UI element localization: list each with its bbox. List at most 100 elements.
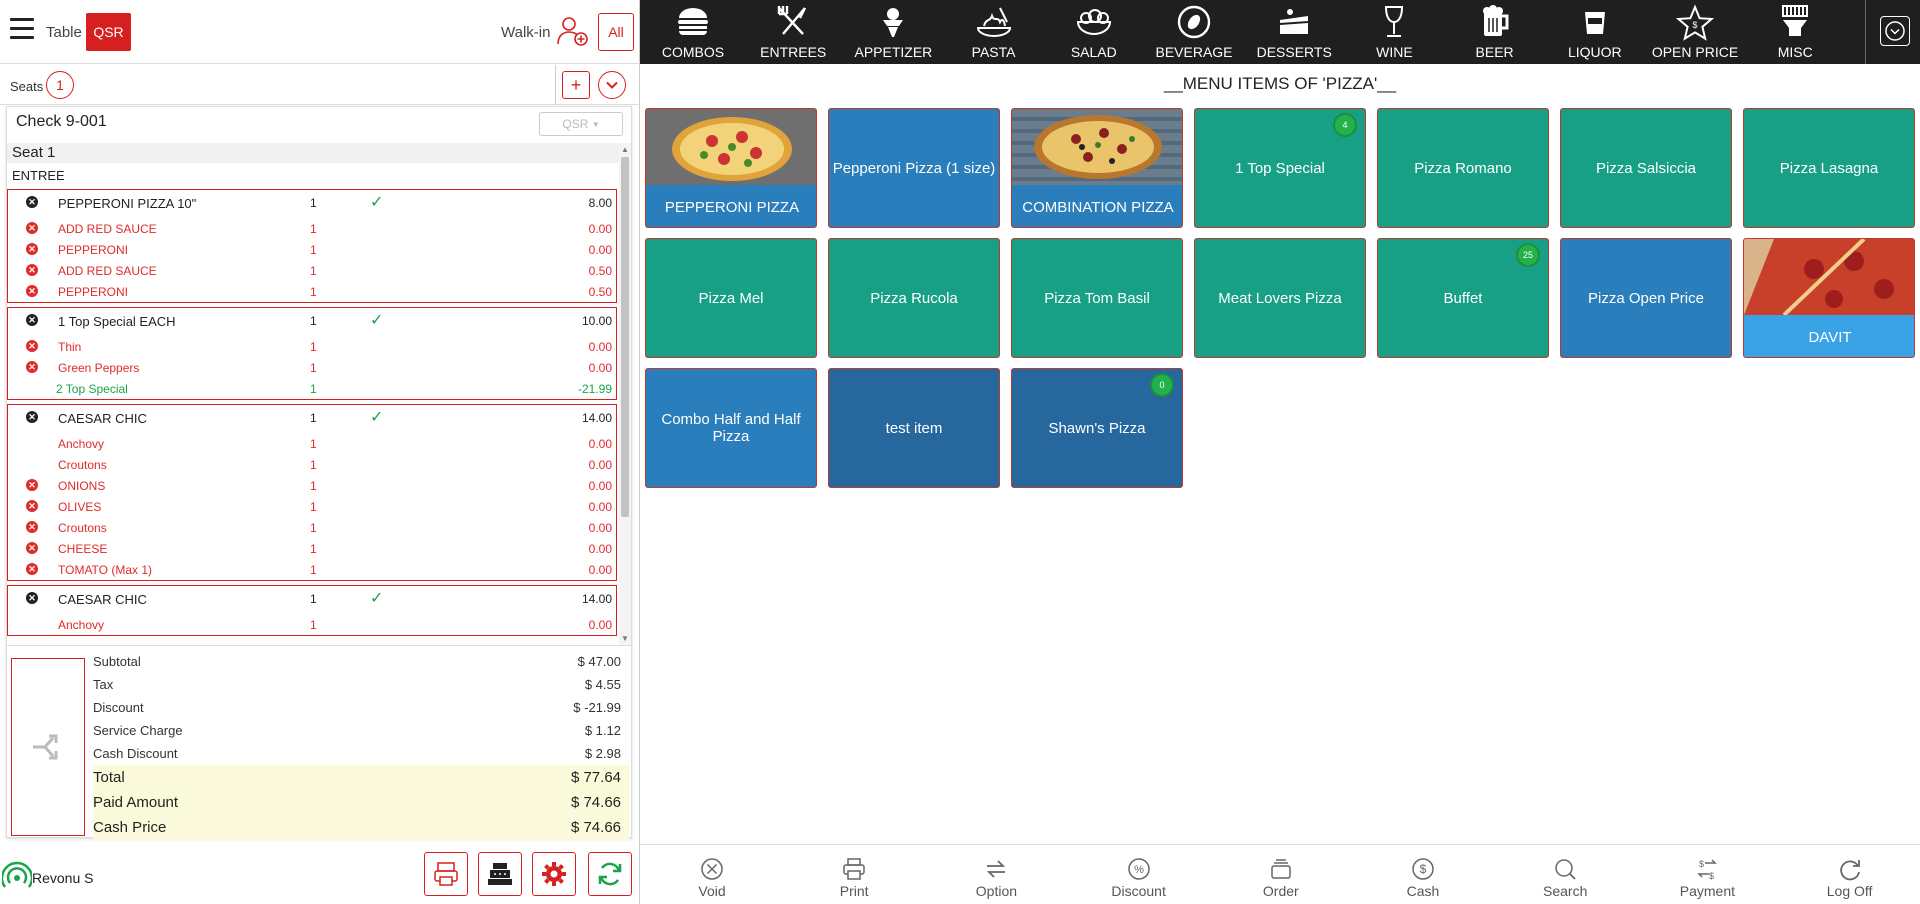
more-categories-button[interactable] [1865,0,1920,64]
remove-item-icon[interactable]: ✕ [26,314,38,326]
menu-item-tile[interactable]: 1 Top Special 4 [1194,108,1366,228]
remove-item-icon[interactable]: ✕ [26,340,38,352]
menu-item-tile[interactable]: Pizza Lasagna [1743,108,1915,228]
order-button[interactable]: Order [1210,845,1352,904]
settings-button[interactable] [532,852,576,896]
menu-item-tile[interactable]: Pizza Open Price [1560,238,1732,358]
remove-item-icon[interactable]: ✕ [26,196,38,208]
category-appetizer[interactable]: APPETIZER [843,0,943,64]
category-entrees[interactable]: ENTREES [743,0,843,64]
order-item-group[interactable]: ✕ 1 Top Special EACH 1 ✓ 10.00 ✕ Thin 1 0.00 ✕ Gre… [7,307,617,400]
order-type-dropdown[interactable]: QSR ▼ [539,112,623,136]
order-item-row[interactable]: ✕ PEPPERONI PIZZA 10" 1 ✓ 8.00 [8,193,618,213]
table-label[interactable]: Table [46,24,82,41]
menu-item-tile[interactable]: Shawn's Pizza 0 [1011,368,1183,488]
option-button[interactable]: Option [925,845,1067,904]
menu-item-tile[interactable]: PEPPERONI PIZZA [645,108,817,228]
pasta-icon [976,7,1011,37]
modifier-row[interactable]: Croutons 1 0.00 [8,455,618,475]
category-open-price[interactable]: $ OPEN PRICE [1645,0,1745,64]
menu-item-tile[interactable]: COMBINATION PIZZA [1011,108,1183,228]
remove-item-icon[interactable]: ✕ [26,521,38,533]
modifier-row[interactable]: ✕ Croutons 1 0.00 [8,518,618,538]
hamburger-menu-icon[interactable] [10,18,34,40]
seat-selector[interactable]: 1 [46,71,74,99]
category-wine[interactable]: WINE [1344,0,1444,64]
menu-item-tile[interactable]: Pizza Rucola [828,238,1000,358]
modifier-row[interactable]: ✕ CHEESE 1 0.00 [8,539,618,559]
order-item-group[interactable]: ✕ CAESAR CHIC 1 ✓ 14.00 Anchovy 1 0.00 [7,585,617,636]
menu-item-tile[interactable]: Pepperoni Pizza (1 size) [828,108,1000,228]
scroll-thumb[interactable] [621,157,629,517]
menu-item-tile[interactable]: DAVIT [1743,238,1915,358]
remove-item-icon[interactable]: ✕ [26,592,38,604]
menu-item-tile[interactable]: Pizza Tom Basil [1011,238,1183,358]
modifier-row[interactable]: ✕ Thin 1 0.00 [8,337,618,357]
void-button[interactable]: Void [641,845,783,904]
remove-item-icon[interactable]: ✕ [26,285,38,297]
menu-item-tile[interactable]: test item [828,368,1000,488]
order-item-group[interactable]: ✕ PEPPERONI PIZZA 10" 1 ✓ 8.00 ✕ ADD RED SAUCE… [7,189,617,303]
order-item-row[interactable]: ✕ 1 Top Special EACH 1 ✓ 10.00 [8,311,618,331]
order-item-group[interactable]: ✕ CAESAR CHIC 1 ✓ 14.00 Anchovy 1 0.00 Croutons 1… [7,404,617,581]
menu-item-tile[interactable]: Pizza Salsiccia [1560,108,1732,228]
category-salad[interactable]: SALAD [1044,0,1144,64]
cash-drawer-button[interactable] [478,852,522,896]
menu-item-tile[interactable]: Pizza Romano [1377,108,1549,228]
log-off-button[interactable]: Log Off [1779,845,1920,904]
payment-button[interactable]: $ $ Payment [1636,845,1778,904]
discount-button[interactable]: % Discount [1068,845,1210,904]
add-seat-button[interactable]: + [562,71,590,99]
modifier-row[interactable]: ✕ PEPPERONI 1 0.50 [8,282,618,302]
star-icon: $ [1675,4,1715,41]
category-beer[interactable]: BEER [1445,0,1545,64]
modifier-row[interactable]: ✕ Green Peppers 1 0.00 [8,358,618,378]
svg-text:$: $ [1692,20,1697,30]
seat-header[interactable]: Seat 1 [7,143,619,163]
category-misc[interactable]: MISC [1745,0,1845,64]
scroll-down-icon[interactable]: ▼ [621,634,629,643]
menu-item-tile[interactable]: Meat Lovers Pizza [1194,238,1366,358]
modifier-row[interactable]: Anchovy 1 0.00 [8,434,618,454]
remove-item-icon[interactable]: ✕ [26,542,38,554]
modifier-row[interactable]: ✕ ADD RED SAUCE 1 0.50 [8,261,618,281]
modifier-row[interactable]: ✕ PEPPERONI 1 0.00 [8,240,618,260]
qsr-button[interactable]: QSR [86,13,131,51]
modifier-row[interactable]: ✕ ADD RED SAUCE 1 0.00 [8,219,618,239]
menu-item-tile[interactable]: Pizza Mel [645,238,817,358]
print-button[interactable]: Print [783,845,925,904]
modifier-row[interactable]: ✕ OLIVES 1 0.00 [8,497,618,517]
modifier-row[interactable]: Anchovy 1 0.00 [8,615,618,635]
remove-item-icon[interactable]: ✕ [26,479,38,491]
search-button[interactable]: Search [1494,845,1636,904]
modifier-row[interactable]: ✕ ONIONS 1 0.00 [8,476,618,496]
all-button[interactable]: All [598,13,634,51]
category-desserts[interactable]: DESSERTS [1244,0,1344,64]
scroll-up-icon[interactable]: ▲ [621,145,629,154]
menu-item-tile[interactable]: Combo Half and Half Pizza [645,368,817,488]
expand-seats-button[interactable] [598,71,626,99]
remove-item-icon[interactable]: ✕ [26,411,38,423]
category-beverage[interactable]: BEVERAGE [1144,0,1244,64]
category-pasta[interactable]: PASTA [944,0,1044,64]
cash-button[interactable]: $ Cash [1352,845,1494,904]
menu-item-tile[interactable]: Buffet 25 [1377,238,1549,358]
add-customer-icon[interactable] [556,14,590,48]
discount-row[interactable]: 2 Top Special 1 -21.99 [8,379,618,399]
refresh-button[interactable] [588,852,632,896]
remove-item-icon[interactable]: ✕ [26,243,38,255]
print-receipt-button[interactable] [424,852,468,896]
remove-item-icon[interactable]: ✕ [26,222,38,234]
remove-item-icon[interactable]: ✕ [26,361,38,373]
category-combos[interactable]: COMBOS [643,0,743,64]
order-item-row[interactable]: ✕ CAESAR CHIC 1 ✓ 14.00 [8,589,618,609]
category-liquor[interactable]: LIQUOR [1545,0,1645,64]
total-row: Paid Amount $ 74.66 [93,790,629,815]
order-item-row[interactable]: ✕ CAESAR CHIC 1 ✓ 14.00 [8,408,618,428]
modifier-row[interactable]: ✕ TOMATO (Max 1) 1 0.00 [8,560,618,580]
items-scrollbar[interactable]: ▲ ▼ [619,143,631,645]
remove-item-icon[interactable]: ✕ [26,264,38,276]
remove-item-icon[interactable]: ✕ [26,563,38,575]
remove-item-icon[interactable]: ✕ [26,500,38,512]
split-check-button[interactable] [11,658,85,836]
